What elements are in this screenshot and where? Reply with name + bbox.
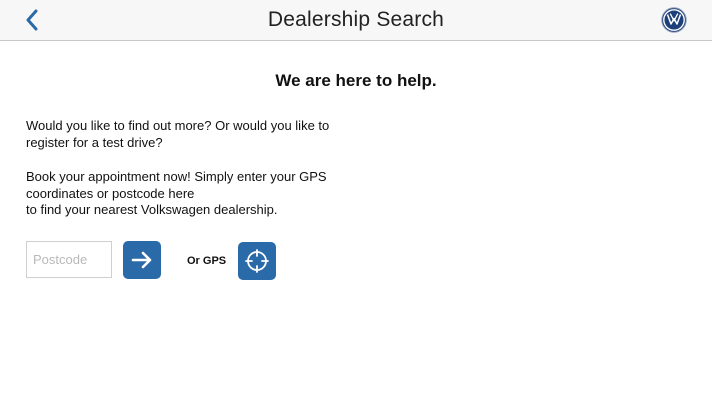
intro-line: register for a test drive? <box>26 134 163 150</box>
headline: We are here to help. <box>275 71 437 90</box>
chevron-left-icon <box>26 9 38 31</box>
page-title: Dealership Search <box>267 8 445 31</box>
or-gps-label: Or GPS <box>187 255 227 267</box>
instructions-line: to find your nearest Volkswagen dealersh… <box>26 202 278 217</box>
dealership-search-screen: Dealership Search We are here to help. W… <box>0 0 712 400</box>
instructions-line: coordinates or postcode here <box>26 185 195 201</box>
instructions-paragraph: Book your appointment now! Simply enter … <box>26 169 386 219</box>
intro-paragraph: Would you like to find out more? Or woul… <box>26 118 386 151</box>
back-button[interactable] <box>18 6 46 34</box>
arrow-right-icon <box>131 251 152 269</box>
instructions-line: Book your appointment now! Simply enter … <box>26 169 327 184</box>
search-go-button[interactable] <box>123 241 161 279</box>
navigation-bar: Dealership Search <box>0 0 712 41</box>
main-content: We are here to help. Would you like to f… <box>0 41 712 400</box>
postcode-input[interactable] <box>26 241 112 278</box>
gps-locate-button[interactable] <box>238 242 276 280</box>
crosshair-icon <box>245 249 269 273</box>
vw-logo-icon <box>661 7 687 33</box>
intro-line: Would you like to find out more? Or woul… <box>26 118 330 133</box>
